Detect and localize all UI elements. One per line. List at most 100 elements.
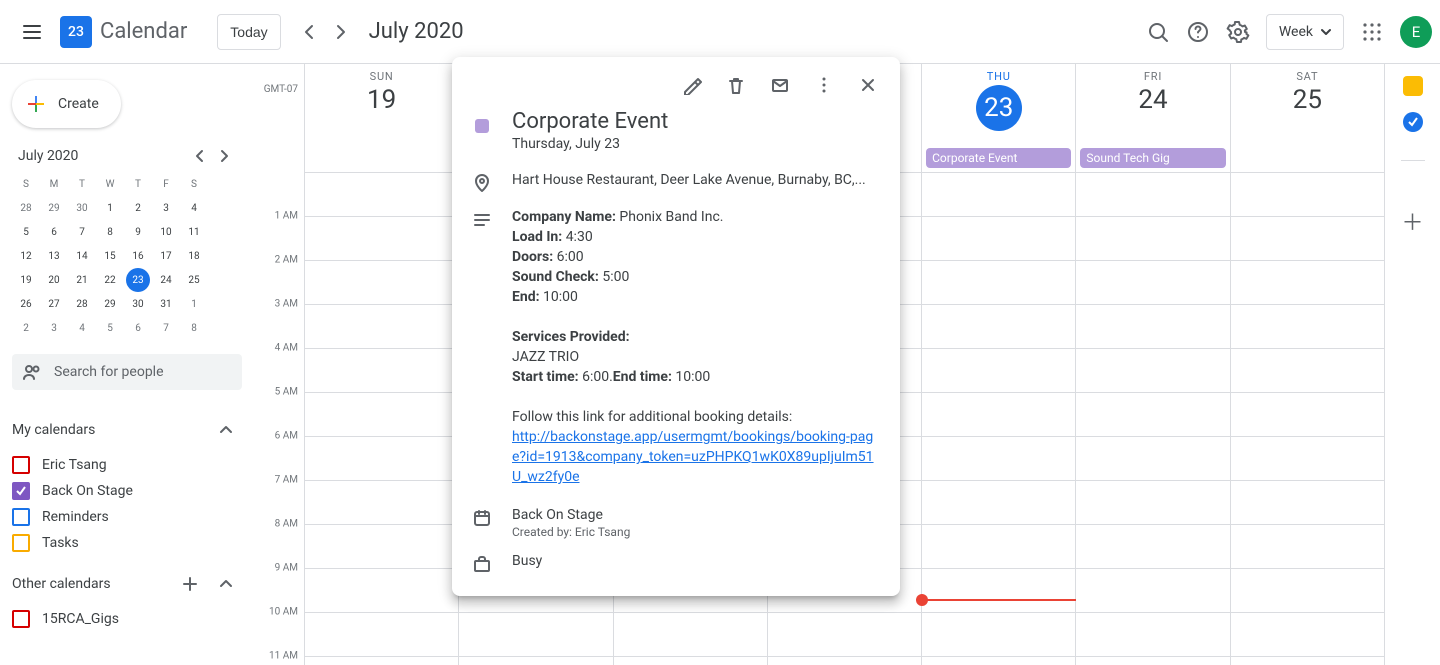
minical-day[interactable]: 6 [126, 316, 150, 340]
minical-prev-button[interactable] [188, 144, 212, 168]
create-button[interactable]: Create [12, 80, 121, 128]
add-other-calendar-button[interactable] [174, 568, 206, 600]
day-column[interactable] [1075, 172, 1229, 665]
minical-day[interactable]: 5 [98, 316, 122, 340]
day-header[interactable]: THU23 [921, 64, 1075, 148]
minical-day[interactable]: 11 [182, 220, 206, 244]
minical-day[interactable]: 16 [126, 244, 150, 268]
account-avatar[interactable]: E [1400, 16, 1432, 48]
day-column[interactable] [921, 172, 1075, 665]
search-icon [1146, 20, 1170, 44]
close-popover-button[interactable] [848, 65, 888, 105]
allday-cell[interactable] [304, 148, 458, 172]
minical-day[interactable]: 3 [42, 316, 66, 340]
allday-cell[interactable]: Sound Tech Gig [1075, 148, 1229, 172]
event-chip[interactable]: Sound Tech Gig [1080, 148, 1225, 168]
support-button[interactable] [1178, 12, 1218, 52]
minical-day[interactable]: 18 [182, 244, 206, 268]
day-header[interactable]: FRI24 [1075, 64, 1229, 148]
minical-day[interactable]: 19 [14, 268, 38, 292]
minical-day[interactable]: 9 [126, 220, 150, 244]
event-date: Thursday, July 23 [512, 136, 668, 152]
minical-day[interactable]: 8 [98, 220, 122, 244]
minical-next-button[interactable] [212, 144, 236, 168]
minical-day[interactable]: 24 [154, 268, 178, 292]
main-menu-button[interactable] [8, 8, 56, 56]
minical-day[interactable]: 7 [70, 220, 94, 244]
day-header[interactable]: SAT25 [1230, 64, 1384, 148]
minical-day[interactable]: 8 [182, 316, 206, 340]
minical-day[interactable]: 29 [42, 196, 66, 220]
minical-day[interactable]: 6 [42, 220, 66, 244]
email-guests-button[interactable] [760, 65, 800, 105]
minical-day[interactable]: 22 [98, 268, 122, 292]
view-switcher[interactable]: Week [1266, 14, 1344, 50]
minical-day[interactable]: 25 [182, 268, 206, 292]
tasks-sidebar-button[interactable] [1403, 112, 1423, 132]
envelope-icon [770, 75, 790, 95]
search-people-input[interactable]: Search for people [12, 354, 242, 390]
minical-day[interactable]: 4 [70, 316, 94, 340]
calendar-toggle[interactable]: 15RCA_Gigs [12, 610, 242, 628]
allday-cell[interactable]: Corporate Event [921, 148, 1075, 172]
edit-event-button[interactable] [672, 65, 712, 105]
other-calendars-collapse[interactable] [210, 568, 242, 600]
keep-sidebar-button[interactable] [1403, 76, 1423, 96]
minical-title: July 2020 [18, 148, 78, 164]
calendar-toggle[interactable]: Tasks [12, 534, 242, 552]
minical-day[interactable]: 7 [154, 316, 178, 340]
minical-day[interactable]: 27 [42, 292, 66, 316]
booking-link[interactable]: http://backonstage.app/usermgmt/bookings… [512, 429, 874, 485]
minical-day[interactable]: 10 [154, 220, 178, 244]
other-calendars-title: Other calendars [12, 576, 111, 592]
minical-day[interactable]: 21 [70, 268, 94, 292]
minical-day[interactable]: 29 [98, 292, 122, 316]
minical-day[interactable]: 5 [14, 220, 38, 244]
minical-day[interactable]: 23 [126, 268, 150, 292]
minical-day[interactable]: 2 [126, 196, 150, 220]
minical-day[interactable]: 17 [154, 244, 178, 268]
chevron-right-icon [329, 20, 353, 44]
calendar-toggle[interactable]: Reminders [12, 508, 242, 526]
minical-day[interactable]: 20 [42, 268, 66, 292]
gear-icon [1226, 20, 1250, 44]
help-icon [1186, 20, 1210, 44]
minical-day[interactable]: 3 [154, 196, 178, 220]
settings-button[interactable] [1218, 12, 1258, 52]
minical-day[interactable]: 1 [98, 196, 122, 220]
minical-day[interactable]: 28 [14, 196, 38, 220]
minical-day[interactable]: 2 [14, 316, 38, 340]
today-button[interactable]: Today [217, 14, 280, 50]
event-title: Corporate Event [512, 109, 668, 134]
day-header[interactable]: SUN19 [304, 64, 458, 148]
google-apps-button[interactable] [1352, 12, 1392, 52]
day-column[interactable] [304, 172, 458, 665]
caret-down-icon [1321, 27, 1331, 37]
event-chip[interactable]: Corporate Event [926, 148, 1071, 168]
calendar-toggle[interactable]: Back On Stage [12, 482, 242, 500]
my-calendars-list: Eric Tsang Back On Stage Reminders Tasks [12, 452, 242, 562]
allday-cell[interactable] [1230, 148, 1384, 172]
day-column[interactable] [1230, 172, 1384, 665]
minical-day[interactable]: 30 [126, 292, 150, 316]
minical-day[interactable]: 12 [14, 244, 38, 268]
minical-day[interactable]: 31 [154, 292, 178, 316]
minical-day[interactable]: 28 [70, 292, 94, 316]
minical-day[interactable]: 30 [70, 196, 94, 220]
minical-grid: SMTWTFS282930123456789101112131415161718… [12, 172, 242, 340]
minical-day[interactable]: 15 [98, 244, 122, 268]
minical-day[interactable]: 1 [182, 292, 206, 316]
search-button[interactable] [1138, 12, 1178, 52]
get-addons-button[interactable]: ＋ [1401, 205, 1423, 237]
event-options-button[interactable] [804, 65, 844, 105]
delete-event-button[interactable] [716, 65, 756, 105]
my-calendars-collapse[interactable] [210, 414, 242, 446]
next-period-button[interactable] [325, 16, 357, 48]
minical-day[interactable]: 26 [14, 292, 38, 316]
calendar-icon [472, 508, 492, 528]
minical-day[interactable]: 14 [70, 244, 94, 268]
minical-day[interactable]: 13 [42, 244, 66, 268]
prev-period-button[interactable] [293, 16, 325, 48]
calendar-toggle[interactable]: Eric Tsang [12, 456, 242, 474]
minical-day[interactable]: 4 [182, 196, 206, 220]
